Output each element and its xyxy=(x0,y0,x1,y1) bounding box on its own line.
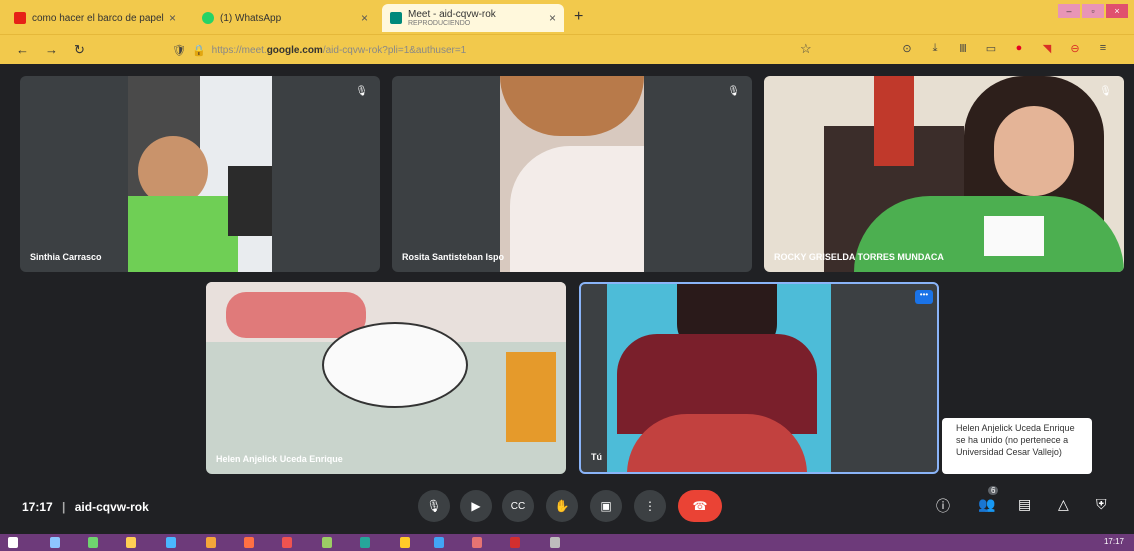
taskbar-app-icon[interactable] xyxy=(166,537,176,548)
taskbar-app-icon[interactable] xyxy=(244,537,254,548)
more-options-button[interactable]: ••• xyxy=(915,290,933,304)
new-tab-button[interactable]: + xyxy=(574,8,583,26)
participant-name: Rosita Santisteban Ispo xyxy=(402,252,505,262)
participant-tile[interactable]: Helen Anjelick Uceda Enrique xyxy=(206,282,566,474)
browser-tools: ⊙ ⤓ Ⅲ ▭ ● ◥ ⊖ ≡ xyxy=(900,42,1110,55)
meeting-code: aid-cqvw-rok xyxy=(74,500,149,514)
people-count-badge: 6 xyxy=(988,486,999,495)
participant-video xyxy=(128,76,272,272)
notification-text: Helen Anjelick Uceda Enrique se ha unido… xyxy=(956,423,1075,457)
youtube-icon xyxy=(14,12,26,24)
taskbar-app-icon[interactable] xyxy=(322,537,332,548)
participant-video xyxy=(764,76,1124,272)
participant-tile[interactable]: 🎙 Rosita Santisteban Ispo xyxy=(392,76,752,272)
tab-label: Meet - aid-cqvw-rok xyxy=(408,9,496,20)
meeting-info-icon[interactable]: ⓘ xyxy=(936,496,950,516)
start-icon[interactable] xyxy=(8,537,18,548)
self-video xyxy=(607,284,831,472)
microphone-button[interactable]: 🎙 xyxy=(418,490,450,522)
taskbar-app-icon[interactable] xyxy=(88,537,98,548)
more-options-button[interactable]: ⋮ xyxy=(634,490,666,522)
meet-icon xyxy=(390,12,402,24)
participant-video xyxy=(500,76,644,272)
meeting-details: 17:17 | aid-cqvw-rok xyxy=(22,500,149,514)
taskbar-app-icon[interactable] xyxy=(126,537,136,548)
tab-whatsapp[interactable]: (1) WhatsApp × xyxy=(194,4,376,32)
people-button[interactable]: 👥 6 xyxy=(978,486,999,513)
bookmark-star-icon[interactable]: ☆ xyxy=(800,41,812,57)
sidebar-icon[interactable]: ▭ xyxy=(984,42,998,55)
library-icon[interactable]: Ⅲ xyxy=(956,42,970,55)
url-text: https://meet.google.com/aid-cqvw-rok?pli… xyxy=(212,45,467,56)
navigation-toolbar: ← → ↻ 🛡 🔒 https://meet.google.com/aid-cq… xyxy=(0,34,1134,64)
taskbar-app-icon[interactable] xyxy=(472,537,482,548)
download-icon[interactable]: ⤓ xyxy=(928,42,942,55)
participant-name: Helen Anjelick Uceda Enrique xyxy=(216,454,343,464)
adblock-icon[interactable]: ⊖ xyxy=(1068,42,1082,55)
taskbar-app-icon[interactable] xyxy=(50,537,60,548)
host-controls-icon[interactable]: ⛨ xyxy=(1096,496,1107,513)
participant-name: Sinthia Carrasco xyxy=(30,252,102,262)
tab-label-group: Meet - aid-cqvw-rok REPRODUCIENDO xyxy=(408,9,496,27)
present-button[interactable]: ▣ xyxy=(590,490,622,522)
whatsapp-icon xyxy=(202,12,214,24)
extension-icon[interactable]: ◥ xyxy=(1040,42,1054,55)
close-tab-icon[interactable]: × xyxy=(361,11,368,25)
close-tab-icon[interactable]: × xyxy=(549,11,556,25)
back-button[interactable]: ← xyxy=(16,42,29,57)
end-call-button[interactable]: ☎ xyxy=(678,490,722,522)
mic-muted-icon: 🎙 xyxy=(727,86,740,97)
tab-label: como hacer el barco de papel xyxy=(32,12,164,24)
url-prefix: https://meet. xyxy=(211,44,267,56)
taskbar-app-icon[interactable] xyxy=(434,537,444,548)
mic-muted-icon: 🎙 xyxy=(1099,86,1112,97)
taskbar-app-icon[interactable] xyxy=(400,537,410,548)
reload-button[interactable]: ↻ xyxy=(74,42,85,58)
self-tile[interactable]: ••• Tú xyxy=(579,282,939,474)
participant-name: ROCKY GRISELDA TORRES MUNDACA xyxy=(774,252,944,262)
raise-hand-button[interactable]: ✋ xyxy=(546,490,578,522)
participant-tile[interactable]: 🎙 ROCKY GRISELDA TORRES MUNDACA xyxy=(764,76,1124,272)
divider: | xyxy=(62,500,66,514)
address-bar[interactable]: 🛡 🔒 https://meet.google.com/aid-cqvw-rok… xyxy=(172,39,832,61)
tab-label: (1) WhatsApp xyxy=(220,12,282,24)
participant-video xyxy=(206,282,566,474)
tab-playing-label: REPRODUCIENDO xyxy=(408,20,471,27)
meeting-time: 17:17 xyxy=(22,500,53,514)
close-window-button[interactable]: × xyxy=(1106,4,1128,18)
maximize-button[interactable]: ▫ xyxy=(1082,4,1104,18)
browser-tab-strip: como hacer el barco de papel × (1) Whats… xyxy=(0,0,1134,34)
captions-button[interactable]: CC xyxy=(502,490,534,522)
meet-control-bar: 17:17 | aid-cqvw-rok 🎙 ▶ CC ✋ ▣ ⋮ ☎ ⓘ 👥 6… xyxy=(0,478,1134,534)
window-controls: – ▫ × xyxy=(1058,4,1128,18)
pocket-icon[interactable]: ⊙ xyxy=(900,42,914,55)
mic-muted-icon: 🎙 xyxy=(355,86,368,97)
taskbar-app-icon[interactable] xyxy=(206,537,216,548)
taskbar-app-icon[interactable] xyxy=(360,537,370,548)
lock-icon: 🔒 xyxy=(191,44,206,57)
url-path: /aid-cqvw-rok?pli=1&authuser=1 xyxy=(322,44,467,56)
forward-button[interactable]: → xyxy=(45,42,58,57)
minimize-button[interactable]: – xyxy=(1058,4,1080,18)
taskbar-app-icon[interactable] xyxy=(282,537,292,548)
menu-icon[interactable]: ≡ xyxy=(1096,42,1110,55)
shield-icon: 🛡 xyxy=(172,44,186,57)
participant-tile[interactable]: 🎙 Sinthia Carrasco xyxy=(20,76,380,272)
taskbar-clock: 17:17 xyxy=(1103,537,1124,546)
join-notification: Helen Anjelick Uceda Enrique se ha unido… xyxy=(942,418,1092,474)
camera-button[interactable]: ▶ xyxy=(460,490,492,522)
activities-icon[interactable]: △ xyxy=(1058,496,1069,513)
url-host: google.com xyxy=(266,44,323,56)
tab-meet[interactable]: Meet - aid-cqvw-rok REPRODUCIENDO × xyxy=(382,4,564,32)
close-tab-icon[interactable]: × xyxy=(169,11,176,25)
chat-icon[interactable]: ▤ xyxy=(1018,496,1031,513)
os-taskbar: 17:17 xyxy=(0,534,1134,551)
people-icon: 👥 xyxy=(978,496,996,512)
participant-name: Tú xyxy=(591,452,602,462)
taskbar-app-icon[interactable] xyxy=(550,537,560,548)
taskbar-app-icon[interactable] xyxy=(510,537,520,548)
tab-youtube[interactable]: como hacer el barco de papel × xyxy=(6,4,184,32)
pinterest-icon[interactable]: ● xyxy=(1012,42,1026,55)
